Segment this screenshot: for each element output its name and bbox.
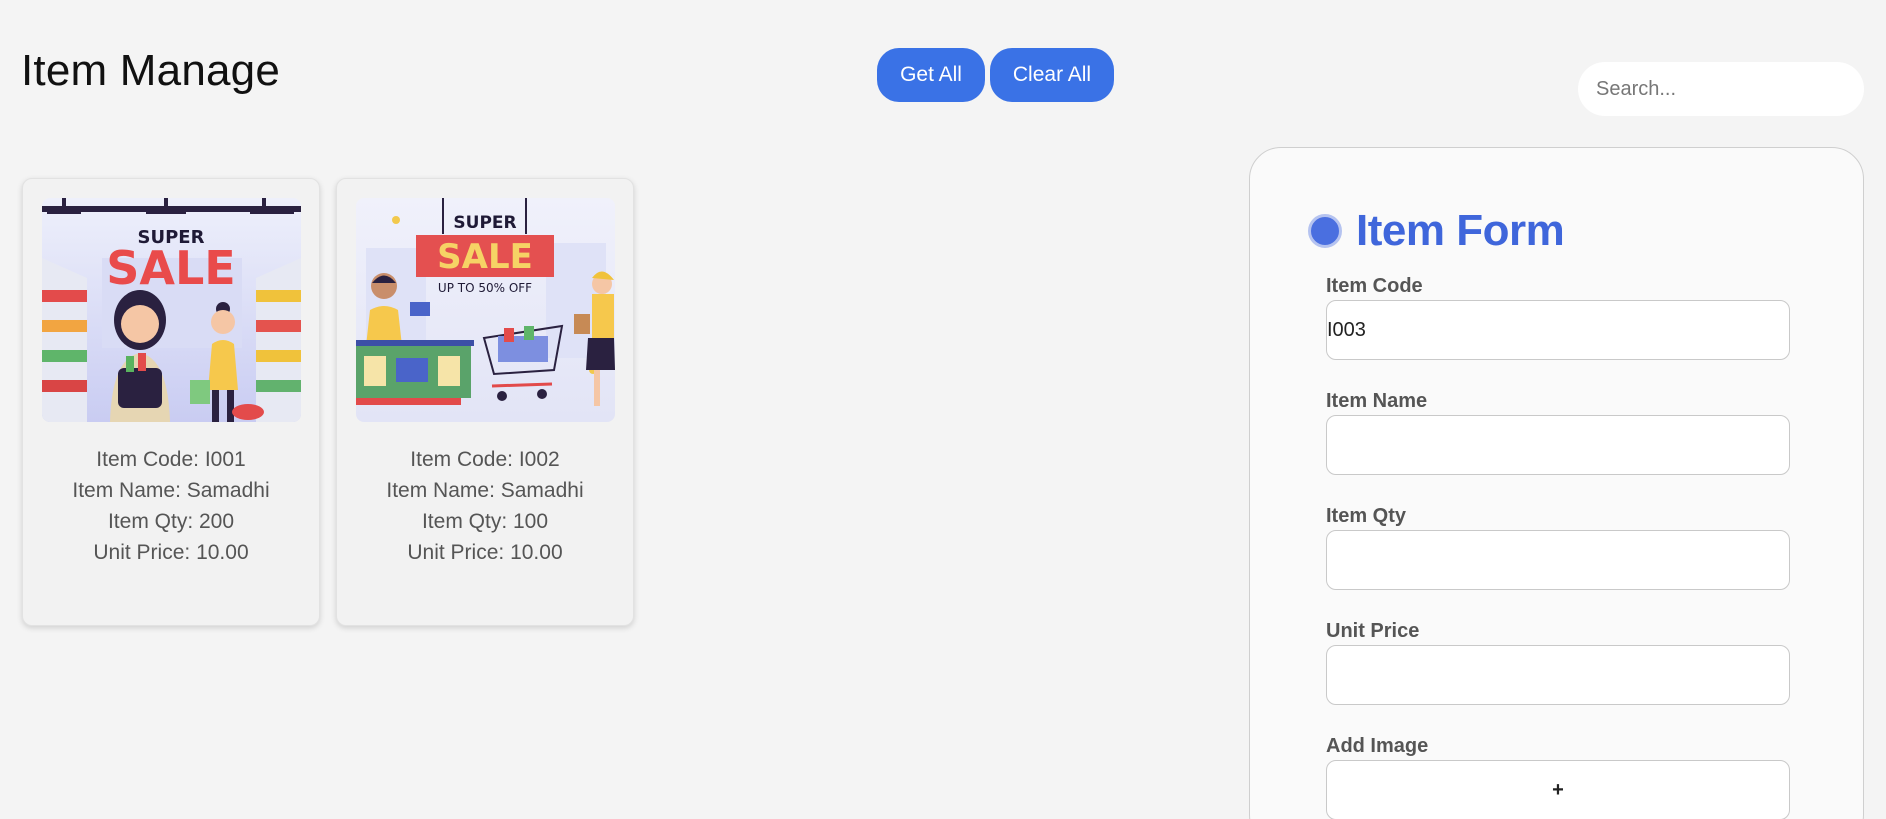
form-header: Item Form bbox=[1308, 206, 1565, 256]
svg-text:SALE: SALE bbox=[106, 241, 235, 295]
item-card[interactable]: SUPER SALE Item Code: I001 Item Name: Sa… bbox=[22, 178, 320, 626]
item-name: Item Name: Samadhi bbox=[386, 479, 584, 502]
item-card-list: SUPER SALE Item Code: I001 Item Name: Sa… bbox=[22, 178, 634, 626]
item-price: Unit Price: 10.00 bbox=[93, 541, 249, 564]
item-code: Item Code: I001 bbox=[96, 448, 246, 471]
unit-price-field-group: Unit Price bbox=[1326, 620, 1790, 705]
form-title: Item Form bbox=[1356, 206, 1565, 255]
page-title: Item Manage bbox=[21, 46, 281, 95]
svg-text:SALE: SALE bbox=[437, 237, 533, 277]
page: Item Manage Get All Clear All Search... … bbox=[0, 0, 1886, 819]
item-code: Item Code: I002 bbox=[410, 448, 560, 471]
item-card[interactable]: SUPER SALE UP TO 50% OFF Item Code: I002… bbox=[336, 178, 634, 626]
search-bar bbox=[1578, 62, 1864, 116]
get-all-button[interactable]: Get All bbox=[877, 48, 985, 102]
status-dot-icon bbox=[1308, 214, 1342, 248]
top-actions: Get All Clear All bbox=[877, 48, 1114, 102]
unit-price-label: Unit Price bbox=[1326, 620, 1420, 642]
search-input[interactable] bbox=[1594, 76, 1863, 102]
item-info: Item Code: I002 Item Name: Samadhi Item … bbox=[386, 444, 583, 568]
item-name: Item Name: Samadhi bbox=[72, 479, 270, 502]
add-image-field-group: Add Image + bbox=[1326, 735, 1790, 819]
svg-text:UP TO 50% OFF: UP TO 50% OFF bbox=[437, 281, 531, 295]
item-code-input[interactable] bbox=[1326, 300, 1790, 360]
item-qty-field-group: Item Qty bbox=[1326, 505, 1790, 590]
item-code-label: Item Code bbox=[1326, 275, 1423, 297]
item-image: SUPER SALE bbox=[41, 198, 301, 422]
item-info: Item Code: I001 Item Name: Samadhi Item … bbox=[72, 444, 269, 568]
item-qty-label: Item Qty bbox=[1326, 505, 1407, 527]
item-code-field-group: Item Code bbox=[1326, 275, 1790, 360]
item-name-label: Item Name bbox=[1326, 390, 1428, 412]
unit-price-input[interactable] bbox=[1326, 645, 1790, 705]
item-price: Unit Price: 10.00 bbox=[407, 541, 563, 564]
item-qty-input[interactable] bbox=[1326, 530, 1790, 590]
add-image-button[interactable]: + bbox=[1326, 760, 1790, 819]
item-qty: Item Qty: 200 bbox=[107, 510, 235, 533]
clear-all-button[interactable]: Clear All bbox=[990, 48, 1114, 102]
item-image: SUPER SALE UP TO 50% OFF bbox=[355, 198, 615, 422]
item-name-input[interactable] bbox=[1326, 415, 1790, 475]
svg-text:SUPER: SUPER bbox=[453, 213, 516, 233]
item-form-panel: Item Form Item Code Item Name Item Qty U… bbox=[1249, 147, 1864, 819]
item-name-field-group: Item Name bbox=[1326, 390, 1790, 475]
add-image-label: Add Image bbox=[1326, 735, 1429, 757]
item-qty: Item Qty: 100 bbox=[421, 510, 549, 533]
